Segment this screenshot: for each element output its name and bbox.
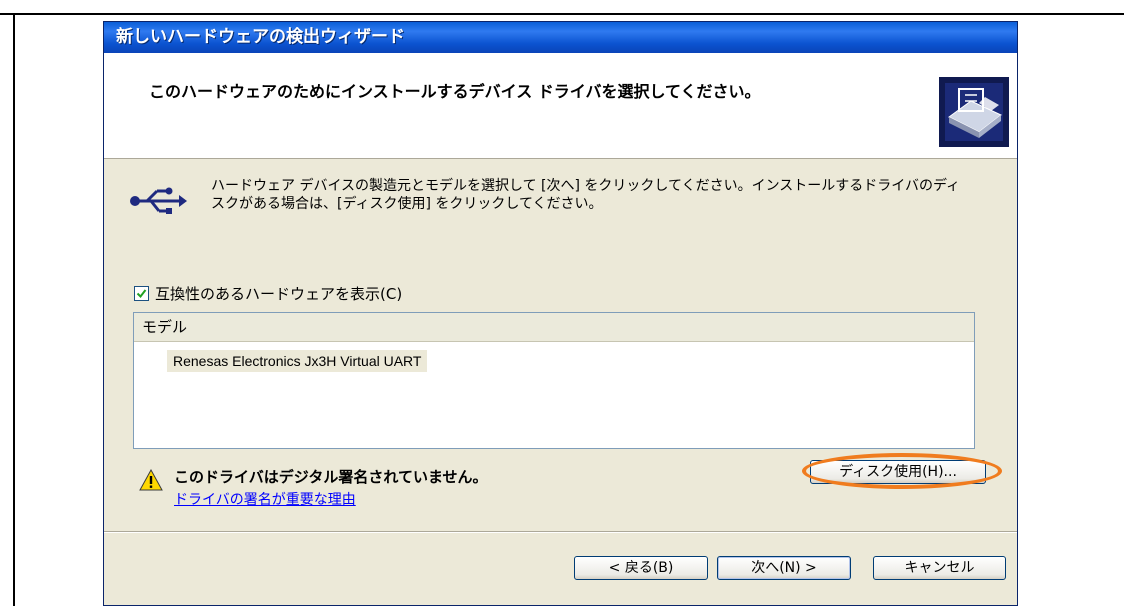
show-compatible-hardware-checkbox[interactable]: 互換性のあるハードウェアを表示(C) <box>134 283 402 304</box>
wizard-window: 新しいハードウェアの検出ウィザード このハードウェアのためにインストールするデバ… <box>103 21 1018 606</box>
driver-signing-link[interactable]: ドライバの署名が重要な理由 <box>174 489 356 509</box>
footer-divider <box>104 531 1017 533</box>
back-button[interactable]: < 戻る(B) <box>574 556 708 580</box>
wizard-header: このハードウェアのためにインストールするデバイス ドライバを選択してください。 <box>104 53 1017 159</box>
have-disk-button[interactable]: ディスク使用(H)... <box>810 460 986 484</box>
hardware-card-icon <box>939 77 1009 147</box>
window-title: 新しいハードウェアの検出ウィザード <box>104 22 1017 53</box>
frame-top-border <box>0 13 1124 15</box>
next-button[interactable]: 次へ(N) > <box>717 556 851 580</box>
list-column-header-model[interactable]: モデル <box>134 313 974 342</box>
checkbox-label: 互換性のあるハードウェアを表示(C) <box>155 285 403 303</box>
unsigned-driver-warning: このドライバはデジタル署名されていません。 <box>174 468 488 486</box>
frame-left-border <box>13 13 15 606</box>
header-title: このハードウェアのためにインストールするデバイス ドライバを選択してください。 <box>149 82 761 101</box>
usb-icon <box>130 187 187 214</box>
model-listbox[interactable]: モデル Renesas Electronics Jx3H Virtual UAR… <box>133 312 975 449</box>
checkbox-box[interactable] <box>134 286 149 301</box>
cancel-button[interactable]: キャンセル <box>873 556 1006 580</box>
checkmark-icon <box>136 289 147 299</box>
info-text: ハードウェア デバイスの製造元とモデルを選択して [次へ] をクリックしてくださ… <box>211 178 961 212</box>
list-item[interactable]: Renesas Electronics Jx3H Virtual UART <box>167 350 428 372</box>
warning-icon <box>139 469 163 491</box>
